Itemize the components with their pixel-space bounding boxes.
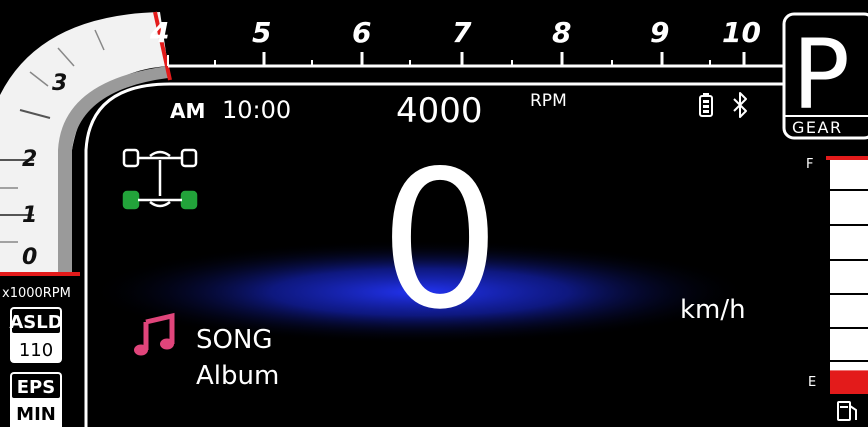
rpm-label-7: 7 <box>452 16 472 49</box>
clock-time: 10:00 <box>222 96 291 124</box>
tach-label-2: 2 <box>22 147 37 172</box>
rpm-top-scale: 4 5 6 7 8 9 10 <box>149 16 785 68</box>
eps-label: EPS <box>17 377 55 398</box>
tach-unit: x1000RPM <box>2 286 71 301</box>
rpm-label-4: 4 <box>149 16 169 49</box>
rpm-label-6: 6 <box>352 16 371 49</box>
speed-unit: km/h <box>680 295 746 325</box>
rpm-label-5: 5 <box>252 16 271 49</box>
tach-label-0: 0 <box>22 245 37 270</box>
gear-indicator: P GEAR <box>782 12 868 140</box>
asld-value: 110 <box>19 340 53 361</box>
rpm-readout: 4000 <box>396 91 483 131</box>
gear-label: GEAR <box>792 118 843 137</box>
rpm-unit: RPM <box>530 91 567 111</box>
fuel-full-label: F <box>806 157 813 172</box>
fuel-pump-icon <box>837 401 857 421</box>
bluetooth-icon <box>733 92 747 118</box>
tach-label-1: 1 <box>22 203 37 228</box>
rpm-label-9: 9 <box>650 16 669 49</box>
media-info: SONG Album <box>134 312 279 391</box>
album-title: Album <box>196 361 279 391</box>
asld-indicator: ASLD 110 <box>9 307 63 363</box>
gear-value: P <box>792 19 850 131</box>
asld-label: ASLD <box>9 312 62 333</box>
clock-period: AM <box>170 99 205 123</box>
rpm-label-10: 10 <box>722 16 761 49</box>
4wd-drivetrain-icon <box>122 148 198 210</box>
tach-scale-face <box>0 12 168 272</box>
fuel-level-fill <box>830 370 868 394</box>
battery-icon <box>699 93 713 117</box>
eps-value: MIN <box>16 404 56 425</box>
rpm-label-8: 8 <box>552 16 571 49</box>
instrument-cluster: 3 2 1 0 x1000RPM 4 5 6 7 8 9 10 AM 10:00… <box>0 11 868 427</box>
song-title: SONG <box>196 325 273 355</box>
fuel-empty-label: E <box>808 375 816 390</box>
speed-value: 0 <box>380 130 501 351</box>
fuel-gauge: F E <box>806 156 868 421</box>
eps-indicator: EPS MIN <box>10 372 62 427</box>
status-bar: AM 10:00 4000 RPM <box>170 91 747 131</box>
tach-label-3: 3 <box>52 71 67 96</box>
